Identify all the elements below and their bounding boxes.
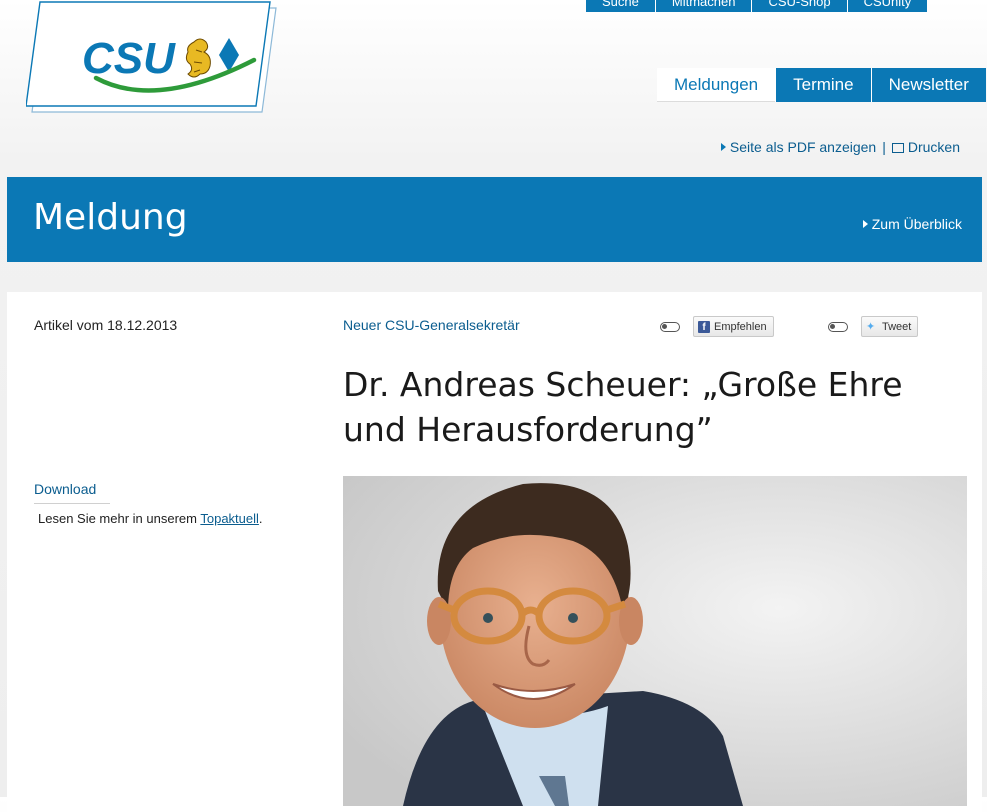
facebook-share: f Empfehlen bbox=[660, 316, 774, 337]
download-text: Lesen Sie mehr in unserem Topaktuell. bbox=[38, 511, 263, 526]
top-utility-nav: Suche Mitmachen CSU-Shop CSUnity bbox=[586, 0, 928, 12]
overview-link[interactable]: Zum Überblick bbox=[862, 216, 962, 232]
topnav-csunity[interactable]: CSUnity bbox=[846, 0, 928, 12]
download-text-after: . bbox=[258, 511, 263, 526]
section-title: Meldung bbox=[33, 197, 188, 238]
facebook-icon: f bbox=[698, 320, 710, 333]
print-link-label: Drucken bbox=[907, 139, 960, 155]
twitter-bird-icon: ✦ bbox=[866, 320, 876, 333]
portrait-photo bbox=[343, 476, 967, 806]
article-kicker: Neuer CSU-Generalsekretär bbox=[343, 317, 520, 333]
section-banner: Meldung Zum Überblick bbox=[7, 177, 982, 262]
download-heading: Download bbox=[34, 481, 110, 504]
topnav-join[interactable]: Mitmachen bbox=[654, 0, 752, 12]
pdf-link-label: Seite als PDF anzeigen bbox=[729, 139, 877, 155]
page-tools: Seite als PDF anzeigen | Drucken bbox=[720, 139, 960, 155]
logo-wordmark: CSU bbox=[82, 34, 176, 83]
printer-icon bbox=[891, 143, 904, 153]
tab-meldungen[interactable]: Meldungen bbox=[657, 68, 776, 102]
facebook-toggle-switch[interactable] bbox=[660, 321, 680, 332]
topaktuell-link[interactable]: Topaktuell bbox=[200, 511, 259, 526]
tweet-button[interactable]: ✦ Tweet bbox=[861, 316, 919, 337]
article-headline: Dr. Andreas Scheuer: „Große Ehre und Her… bbox=[343, 365, 903, 449]
overview-link-label: Zum Überblick bbox=[871, 216, 962, 232]
facebook-recommend-label: Empfehlen bbox=[714, 320, 767, 333]
article-date: Artikel vom 18.12.2013 bbox=[34, 317, 178, 333]
arrow-right-icon bbox=[862, 220, 868, 228]
arrow-right-icon bbox=[720, 143, 726, 151]
facebook-recommend-button[interactable]: f Empfehlen bbox=[693, 316, 774, 337]
topnav-shop[interactable]: CSU-Shop bbox=[751, 0, 847, 12]
twitter-toggle-switch[interactable] bbox=[828, 321, 848, 332]
article-panel: Artikel vom 18.12.2013 Neuer CSU-General… bbox=[7, 292, 982, 812]
tweet-label: Tweet bbox=[882, 320, 912, 333]
print-link[interactable]: Drucken bbox=[891, 139, 960, 155]
tab-termine[interactable]: Termine bbox=[775, 68, 871, 102]
topnav-search[interactable]: Suche bbox=[586, 0, 655, 12]
csu-logo[interactable]: CSU bbox=[26, 0, 286, 120]
tab-newsletter[interactable]: Newsletter bbox=[870, 68, 986, 102]
download-text-before: Lesen Sie mehr in unserem bbox=[38, 511, 201, 526]
pdf-link[interactable]: Seite als PDF anzeigen bbox=[720, 139, 877, 155]
twitter-share: ✦ Tweet bbox=[828, 316, 919, 337]
main-tabs: Meldungen Termine Newsletter bbox=[657, 68, 986, 102]
tools-separator: | bbox=[882, 139, 886, 155]
